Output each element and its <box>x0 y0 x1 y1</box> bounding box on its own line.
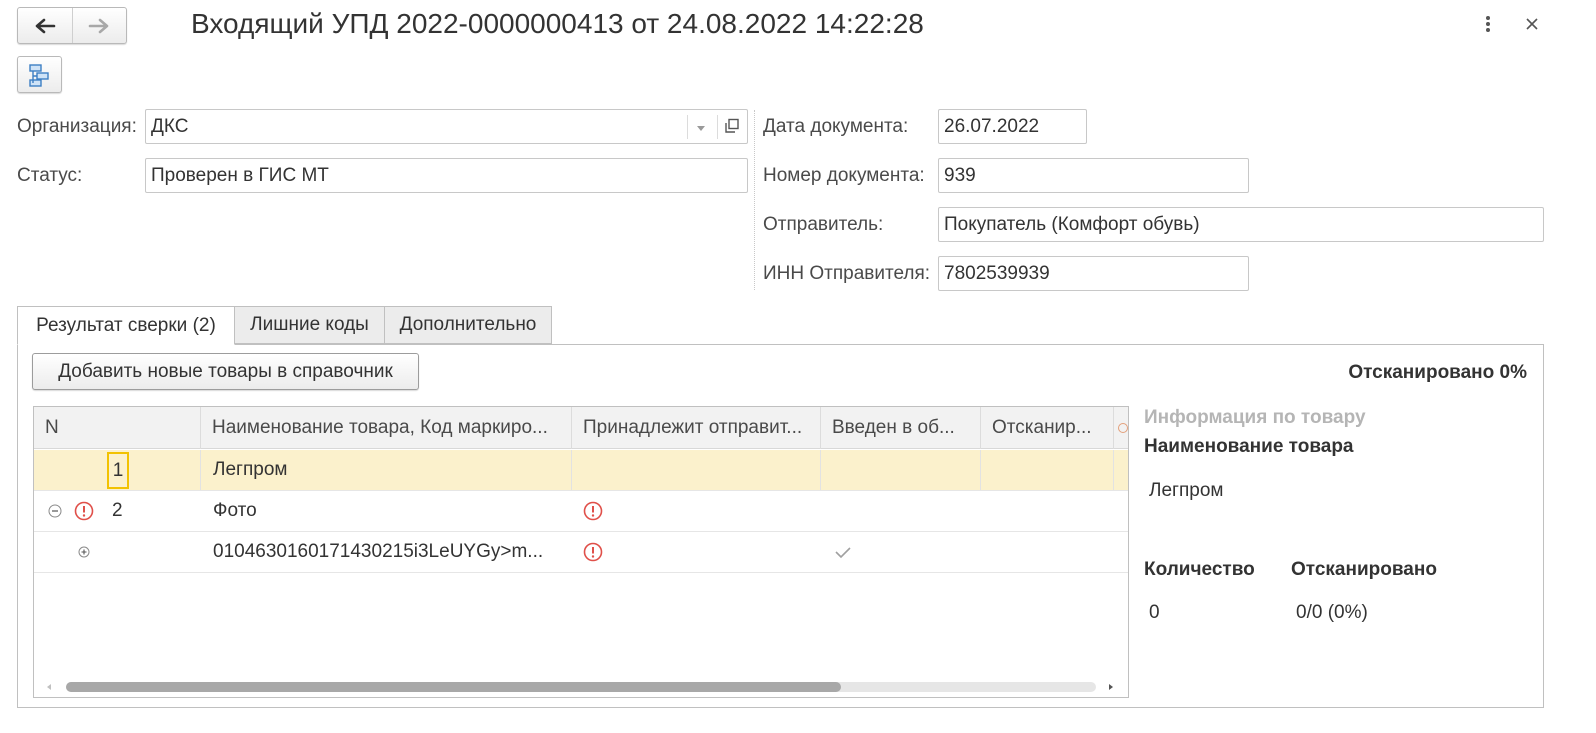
more-button[interactable] <box>1476 12 1500 36</box>
row-number: 2 <box>112 500 123 521</box>
sender-inn-value: 7802539939 <box>944 262 1050 284</box>
table-row[interactable]: 1 Легпром <box>34 450 1128 491</box>
tab-extra-codes[interactable]: Лишние коды <box>234 306 385 344</box>
column-header-overflow <box>1114 407 1128 449</box>
belongs-error-indicator <box>583 491 603 531</box>
open-button[interactable] <box>724 118 740 140</box>
sender-value: Покупатель (Комфорт обувь) <box>944 213 1200 235</box>
sender-field[interactable]: Покупатель (Комфорт обувь) <box>938 207 1544 242</box>
structure-icon <box>28 63 49 87</box>
horizontal-scrollbar[interactable] <box>34 677 1128 697</box>
row-number: 1 <box>107 452 129 489</box>
sender-inn-label: ИНН Отправителя: <box>763 263 931 284</box>
info-scanned-value: 0/0 (0%) <box>1296 602 1368 623</box>
table-header: N Наименование товара, Код маркиро... Пр… <box>34 407 1128 449</box>
info-header: Информация по товару <box>1144 407 1366 428</box>
dropdown-button[interactable] <box>695 119 707 141</box>
tab-additional[interactable]: Дополнительно <box>384 306 552 344</box>
collapse-icon <box>48 504 62 518</box>
info-quantity-value: 0 <box>1149 602 1160 623</box>
structure-button[interactable] <box>17 56 62 93</box>
sender-inn-field[interactable]: 7802539939 <box>938 256 1249 291</box>
expand-toggle[interactable] <box>78 532 90 572</box>
info-quantity-label: Количество <box>1144 559 1255 580</box>
column-header-n[interactable]: N <box>34 407 201 449</box>
expand-icon <box>78 546 90 558</box>
column-header-scanned[interactable]: Отсканир... <box>981 407 1114 449</box>
scanned-percent: Отсканировано 0% <box>1348 362 1527 383</box>
close-icon <box>1526 18 1538 30</box>
back-button[interactable] <box>18 8 72 43</box>
doc-number-field[interactable]: 939 <box>938 158 1249 193</box>
error-icon <box>583 501 603 521</box>
navigation-buttons <box>17 7 127 44</box>
column-separator <box>754 110 755 290</box>
table-row[interactable]: 2 Фото <box>34 491 1128 532</box>
tab-reconciliation[interactable]: Результат сверки (2) <box>17 306 235 345</box>
doc-date-field[interactable]: 26.07.2022 <box>938 109 1087 144</box>
info-name-value: Легпром <box>1149 480 1224 501</box>
organization-field[interactable]: ДКС <box>145 109 748 144</box>
belongs-error-indicator <box>583 532 603 572</box>
table-row[interactable]: 0104630160171430215i3LeUYGy>m... <box>34 532 1128 573</box>
doc-number-label: Номер документа: <box>763 165 925 186</box>
more-vertical-icon <box>1486 16 1490 32</box>
goods-table: N Наименование товара, Код маркиро... Пр… <box>33 406 1129 698</box>
row-error-indicator <box>74 491 94 531</box>
error-icon <box>583 542 603 562</box>
scroll-left-icon[interactable] <box>45 683 53 691</box>
page-title: Входящий УПД 2022-0000000413 от 24.08.20… <box>191 8 924 39</box>
scroll-right-icon[interactable] <box>1107 683 1115 691</box>
chevron-down-icon <box>697 126 705 131</box>
doc-date-label: Дата документа: <box>763 116 909 137</box>
forward-button[interactable] <box>71 8 127 43</box>
organization-label: Организация: <box>17 116 137 137</box>
field-divider <box>687 115 688 139</box>
add-new-goods-button[interactable]: Добавить новые товары в справочник <box>32 353 419 390</box>
error-icon <box>74 501 94 521</box>
row-name: Фото <box>213 500 257 521</box>
arrow-right-icon <box>88 18 109 33</box>
organization-value: ДКС <box>151 115 189 137</box>
column-header-name[interactable]: Наименование товара, Код маркиро... <box>201 407 572 449</box>
check-icon <box>835 547 851 559</box>
status-label: Статус: <box>17 165 83 186</box>
status-field[interactable]: Проверен в ГИС МТ <box>145 158 748 193</box>
close-button[interactable] <box>1520 12 1544 36</box>
field-divider <box>717 115 718 139</box>
column-header-introduced[interactable]: Введен в об... <box>821 407 981 449</box>
row-name: 0104630160171430215i3LeUYGy>m... <box>213 541 544 562</box>
introduced-check <box>834 532 852 572</box>
scroll-thumb[interactable] <box>66 682 841 692</box>
collapse-toggle[interactable] <box>48 491 62 531</box>
doc-number-value: 939 <box>944 164 976 186</box>
doc-date-value: 26.07.2022 <box>944 115 1040 137</box>
status-value: Проверен в ГИС МТ <box>151 164 329 186</box>
arrow-left-icon <box>35 18 56 33</box>
info-name-label: Наименование товара <box>1144 436 1354 457</box>
info-scanned-label: Отсканировано <box>1291 559 1437 580</box>
open-window-icon <box>725 118 739 133</box>
row-name: Легпром <box>213 459 288 480</box>
column-header-belongs[interactable]: Принадлежит отправит... <box>572 407 821 449</box>
sender-label: Отправитель: <box>763 214 884 235</box>
